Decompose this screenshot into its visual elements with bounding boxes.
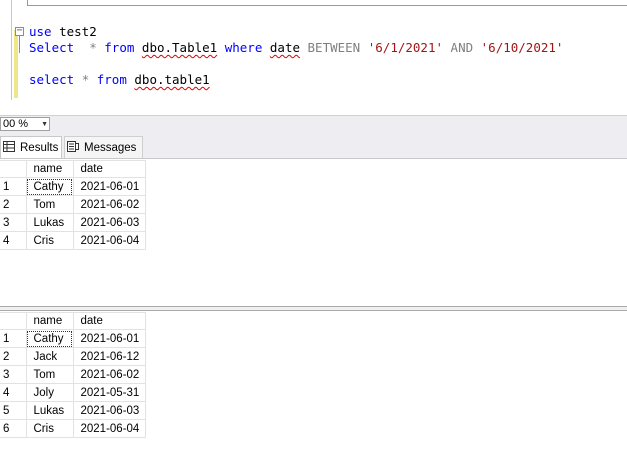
- row-number[interactable]: 1: [0, 329, 27, 348]
- results-grid-1[interactable]: name date 1 Cathy 2021-06-01 2 Tom 2021-…: [0, 160, 146, 250]
- cell-name[interactable]: Jack: [25, 347, 74, 366]
- start-date-literal: '6/1/2021': [367, 40, 444, 55]
- outline-line: [19, 36, 20, 53]
- cell-name[interactable]: Joly: [25, 383, 74, 402]
- keyword-select: select: [29, 72, 75, 87]
- cell-name[interactable]: Tom: [25, 195, 74, 214]
- keyword-from: from: [96, 72, 127, 87]
- column-header-date[interactable]: date: [72, 312, 146, 330]
- cell-date[interactable]: 2021-06-03: [72, 401, 146, 420]
- column-header-name[interactable]: name: [25, 160, 74, 178]
- query-editor[interactable]: − use test2 Select * from dbo.Table1 whe…: [0, 0, 627, 115]
- result-tabstrip: Results Messages: [0, 132, 627, 159]
- table-row[interactable]: 4 Cris 2021-06-04: [0, 231, 146, 250]
- chevron-down-icon[interactable]: ▼: [41, 119, 48, 131]
- table-row[interactable]: 1 Cathy 2021-06-01: [0, 329, 146, 348]
- cell-date[interactable]: 2021-06-04: [72, 231, 146, 250]
- table-row[interactable]: 3 Tom 2021-06-02: [0, 365, 146, 384]
- tab-messages[interactable]: Messages: [64, 136, 143, 158]
- row-number[interactable]: 4: [0, 383, 27, 402]
- editor-top-border: [27, 0, 627, 6]
- row-number[interactable]: 2: [0, 195, 27, 214]
- cell-name[interactable]: Cris: [25, 419, 74, 438]
- cell-name[interactable]: Cathy: [25, 329, 74, 348]
- grid-header-row: name date: [0, 160, 146, 178]
- cell-date[interactable]: 2021-06-02: [72, 195, 146, 214]
- row-number[interactable]: 3: [0, 365, 27, 384]
- cell-date[interactable]: 2021-06-01: [72, 177, 146, 196]
- database-name: test2: [59, 24, 97, 39]
- zoom-bar: 00 % ▼: [0, 115, 627, 132]
- cell-name[interactable]: Lukas: [25, 213, 74, 232]
- grid-header-row: name date: [0, 312, 146, 330]
- cell-date[interactable]: 2021-05-31: [72, 383, 146, 402]
- zoom-dropdown[interactable]: 00 % ▼: [0, 117, 50, 131]
- table-row[interactable]: 6 Cris 2021-06-04: [0, 419, 146, 438]
- cell-date[interactable]: 2021-06-02: [72, 365, 146, 384]
- row-number[interactable]: 6: [0, 419, 27, 438]
- code-line-2[interactable]: Select * from dbo.Table1 where date BETW…: [29, 40, 563, 56]
- row-number[interactable]: 2: [0, 347, 27, 366]
- grid-icon: [3, 141, 15, 153]
- column-name: date: [269, 40, 300, 55]
- keyword-and: AND: [450, 40, 474, 55]
- change-tracking-bar: [14, 30, 18, 98]
- cell-name[interactable]: Tom: [25, 365, 74, 384]
- code-line-1[interactable]: use test2: [29, 24, 97, 40]
- table-row[interactable]: 1 Cathy 2021-06-01: [0, 177, 146, 196]
- cell-date[interactable]: 2021-06-04: [72, 419, 146, 438]
- table-row[interactable]: 4 Joly 2021-05-31: [0, 383, 146, 402]
- cell-date[interactable]: 2021-06-03: [72, 213, 146, 232]
- row-number[interactable]: 3: [0, 213, 27, 232]
- table-row[interactable]: 3 Lukas 2021-06-03: [0, 213, 146, 232]
- column-header-name[interactable]: name: [25, 312, 74, 330]
- table-name: dbo.Table1: [141, 40, 218, 55]
- cell-name[interactable]: Cris: [25, 231, 74, 250]
- row-number[interactable]: 5: [0, 401, 27, 420]
- tab-results[interactable]: Results: [0, 136, 62, 158]
- tab-messages-label: Messages: [84, 142, 137, 154]
- editor-gutter: [11, 0, 12, 100]
- column-header-date[interactable]: date: [72, 160, 146, 178]
- keyword-select: Select: [29, 40, 75, 55]
- keyword-where: where: [224, 40, 263, 55]
- cell-date[interactable]: 2021-06-01: [72, 329, 146, 348]
- row-number[interactable]: 1: [0, 177, 27, 196]
- corner-cell[interactable]: [0, 312, 27, 330]
- zoom-value: 00 %: [3, 118, 29, 130]
- cell-name[interactable]: Cathy: [25, 177, 74, 196]
- corner-cell[interactable]: [0, 160, 27, 178]
- tab-results-label: Results: [20, 142, 59, 154]
- keyword-from: from: [104, 40, 135, 55]
- cell-date[interactable]: 2021-06-12: [72, 347, 146, 366]
- end-date-literal: '6/10/2021': [480, 40, 564, 55]
- collapse-outline-icon[interactable]: −: [15, 26, 24, 36]
- table-row[interactable]: 2 Tom 2021-06-02: [0, 195, 146, 214]
- table-row[interactable]: 5 Lukas 2021-06-03: [0, 401, 146, 420]
- results-splitter[interactable]: [0, 306, 627, 311]
- star-operator: *: [89, 40, 97, 55]
- messages-icon: [67, 141, 79, 153]
- cell-name[interactable]: Lukas: [25, 401, 74, 420]
- code-line-3[interactable]: select * from dbo.table1: [29, 72, 210, 88]
- table-row[interactable]: 2 Jack 2021-06-12: [0, 347, 146, 366]
- table-name: dbo.table1: [134, 72, 210, 87]
- row-number[interactable]: 4: [0, 231, 27, 250]
- results-grid-2[interactable]: name date 1 Cathy 2021-06-01 2 Jack 2021…: [0, 312, 146, 438]
- star-operator: *: [81, 72, 90, 87]
- keyword-use: use: [29, 24, 52, 39]
- keyword-between: BETWEEN: [307, 40, 361, 55]
